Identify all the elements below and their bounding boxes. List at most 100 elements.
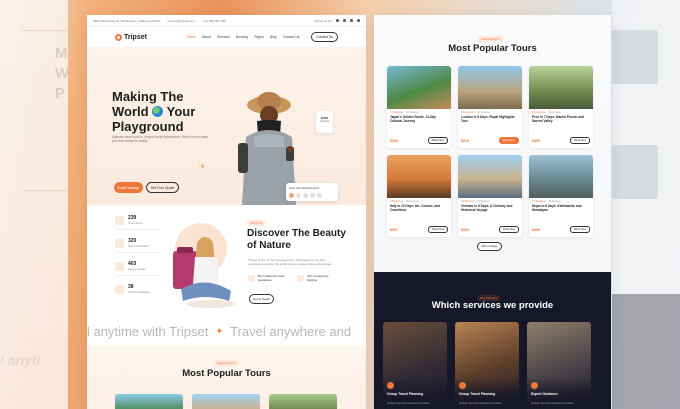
- marquee-banner: l anytime with Tripset ✦ Travel anywhere…: [87, 317, 366, 343]
- ghost-divider: [22, 190, 68, 191]
- ghost-heading: MWP: [55, 45, 70, 102]
- ghost-dark-section: [612, 294, 680, 409]
- tour-price: $499: [532, 138, 540, 143]
- rating-text: 4.8 Reviews: [461, 111, 475, 114]
- tour-image: [387, 155, 451, 198]
- tour-image: [458, 66, 522, 109]
- email-link[interactable]: contact@tripset.com: [167, 19, 194, 23]
- tours-title: Most Popular Tours: [182, 368, 271, 379]
- emoji-icon[interactable]: [310, 193, 315, 198]
- emoji-icon[interactable]: [289, 193, 294, 198]
- tour-card[interactable]: 4.8 Reviews (3) Reviews Vietnam in 8 Days…: [458, 155, 522, 237]
- tour-price: $219: [461, 138, 469, 143]
- reviews-count: (3) Reviews: [406, 200, 419, 203]
- youtube-icon[interactable]: [357, 19, 360, 22]
- service-card[interactable]: Expert Guidance Arrange tours and itiner…: [527, 322, 591, 409]
- tour-card[interactable]: 4.8 Reviews (3) Reviews Japan's Golden Ro…: [387, 66, 451, 148]
- hero-title-your: Your: [166, 104, 196, 119]
- tours-title: Most Popular Tours: [448, 43, 537, 54]
- feature-label: Be Guiding the best guarantee: [258, 274, 285, 282]
- tour-price: $499: [532, 227, 540, 232]
- feature-item: Be Guiding the best guarantee: [248, 274, 288, 282]
- tour-image[interactable]: [115, 394, 183, 409]
- nav-services[interactable]: Services: [217, 35, 230, 39]
- nav-contact[interactable]: Contact Us: [283, 35, 300, 39]
- nav-booking[interactable]: Booking: [236, 35, 248, 39]
- hero-title-line1: Making The: [112, 89, 184, 104]
- get-in-touch-button[interactable]: Get In Touch: [249, 294, 274, 304]
- emoji-icon[interactable]: [303, 193, 308, 198]
- stat-item: 38 Premium Resorts: [115, 284, 150, 294]
- free-quote-button[interactable]: Get Free Quote: [146, 182, 179, 193]
- service-card[interactable]: Group Travel Planning Arrange tours and …: [455, 322, 519, 409]
- tour-image: [458, 155, 522, 198]
- service-description: Arrange tours and itineraries for famili…: [459, 402, 502, 405]
- ghost-divider: [22, 30, 68, 31]
- brand-logo[interactable]: Tripset: [115, 33, 147, 41]
- book-now-button[interactable]: Book Now: [428, 137, 448, 144]
- stat-divider: [115, 252, 159, 253]
- tour-card[interactable]: 4.8 Reviews (3) Reviews London in 5 Days:…: [458, 66, 522, 148]
- ghost-marquee: l anyti: [0, 352, 41, 368]
- emoji-icon[interactable]: [317, 193, 322, 198]
- landing-page-left-mockup: 3891 Ranchview Dr, Richardson, Californi…: [87, 15, 366, 409]
- tour-title: Peru in 7 Days: Machu Picchu and Sacred …: [532, 115, 584, 123]
- about-pill: About Us: [247, 220, 266, 226]
- nav-blog[interactable]: Blog: [270, 35, 277, 39]
- book-now-button[interactable]: Book Now: [570, 226, 590, 233]
- experience-card: How Your Experience?: [286, 183, 338, 201]
- book-now-button[interactable]: Book Now: [570, 137, 590, 144]
- reviews-count: (3) Reviews: [548, 200, 561, 203]
- reviews-count: (3) Reviews: [548, 111, 561, 114]
- nav-pages[interactable]: Pages: [254, 35, 264, 39]
- contact-us-button[interactable]: Contact Us: [311, 32, 338, 42]
- rating-text: 4.8 Reviews: [532, 111, 546, 114]
- phone-link[interactable]: (+1) 256 256 999: [203, 19, 226, 23]
- emoji-icon[interactable]: [296, 193, 301, 198]
- tour-price: $557: [390, 227, 398, 232]
- stat-label: Tours Done: [128, 221, 143, 225]
- service-name: Expert Guidance: [531, 392, 558, 396]
- tour-image[interactable]: [192, 394, 260, 409]
- tour-card[interactable]: 4.8 Reviews (3) Reviews Peru in 7 Days: M…: [529, 66, 593, 148]
- book-package-button[interactable]: Book Package: [114, 182, 143, 193]
- stat-divider: [115, 229, 159, 230]
- tour-card[interactable]: 4.8 Reviews (3) Reviews Nepal in 6 Days: …: [529, 155, 593, 237]
- tour-image[interactable]: [269, 394, 337, 409]
- more-listings-button[interactable]: More Listings: [477, 242, 502, 251]
- tour-image: [529, 66, 593, 109]
- rating-text: 4.8 Reviews: [532, 200, 546, 203]
- book-now-button[interactable]: Book Now: [499, 226, 519, 233]
- book-now-button[interactable]: Book Now: [428, 226, 448, 233]
- stat-label: Happy Guides: [128, 267, 146, 271]
- about-title: Discover The Beauty of Nature: [247, 228, 346, 251]
- book-now-button[interactable]: Book Now: [499, 137, 519, 144]
- tours-section: Featured Tour Most Popular Tours 4.8 Rev…: [374, 15, 611, 272]
- background-mockup-left: MWP l anyti: [0, 0, 70, 409]
- tours-pill: Featured Tour: [478, 36, 503, 42]
- service-card[interactable]: Group Travel Planning Arrange tours and …: [383, 322, 447, 409]
- twitter-icon[interactable]: [343, 19, 346, 22]
- stat-icon: [115, 261, 124, 271]
- facebook-icon[interactable]: [336, 19, 339, 22]
- ghost-image: [612, 30, 658, 84]
- tour-image: [529, 155, 593, 198]
- experience-rating[interactable]: [289, 193, 335, 198]
- hero-title: Making The World Your Playground: [112, 89, 212, 134]
- experience-label: How Your Experience?: [289, 186, 320, 190]
- tour-card[interactable]: 4.8 Reviews (3) Reviews Italy in 10 Days:…: [387, 155, 451, 237]
- logo-icon: [115, 33, 122, 41]
- service-name: Group Travel Planning: [387, 392, 424, 396]
- feature-item: 24/7 emergency helpline: [297, 274, 337, 282]
- stat-icon: [115, 215, 124, 225]
- service-icon: [387, 382, 394, 389]
- instagram-icon[interactable]: [350, 19, 353, 22]
- reviews-count: (3) Reviews: [477, 111, 490, 114]
- service-icon: [531, 382, 538, 389]
- nav-about[interactable]: About: [202, 35, 211, 39]
- hero-title-world: World: [112, 104, 149, 119]
- stat-divider: [115, 275, 159, 276]
- nav-home[interactable]: Home: [187, 35, 196, 39]
- stat-item: 239 Tours Done: [115, 215, 142, 225]
- reviews-count: (3) Reviews: [477, 200, 490, 203]
